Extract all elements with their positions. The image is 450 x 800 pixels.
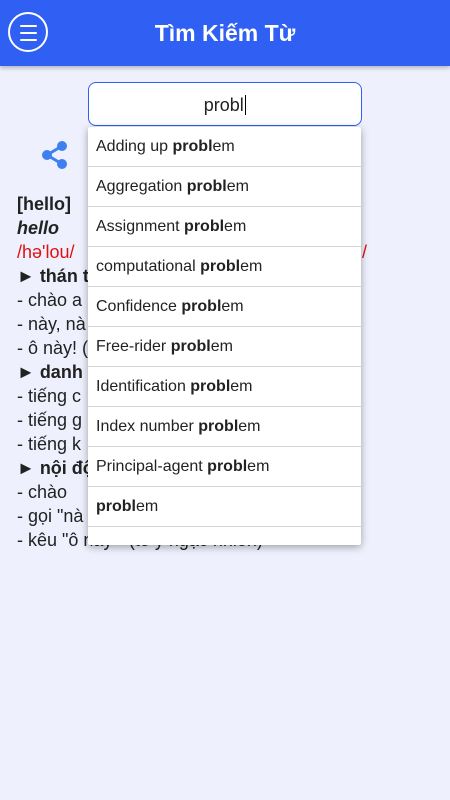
suggestion-match: probl bbox=[170, 338, 211, 355]
suggestion-item[interactable]: problem bbox=[88, 487, 361, 527]
search-query: probl bbox=[203, 95, 244, 115]
text-caret bbox=[244, 95, 247, 115]
suggestion-prefix: Identification bbox=[96, 378, 191, 395]
suggestion-item[interactable]: Aggregation problem bbox=[88, 167, 361, 207]
suggestion-item[interactable]: Assignment problem bbox=[88, 207, 361, 247]
suggestion-item[interactable]: Confidence problem bbox=[88, 287, 361, 327]
suggestion-item[interactable]: Free-rider problem bbox=[88, 327, 361, 367]
suggestion-item[interactable]: Index number problem bbox=[88, 407, 361, 447]
suggestion-match: probl bbox=[172, 138, 213, 155]
suggestion-suffix: em bbox=[224, 218, 247, 235]
suggestion-match: probl bbox=[200, 258, 241, 275]
suggestion-suffix: em bbox=[247, 458, 270, 475]
suggestion-suffix: em bbox=[240, 258, 263, 275]
suggestion-item[interactable]: Principal-agent problem bbox=[88, 447, 361, 487]
suggestion-match: probl bbox=[181, 298, 222, 315]
suggestion-match: probl bbox=[96, 498, 136, 515]
suggestion-item[interactable]: Identification problem bbox=[88, 367, 361, 407]
suggestion-dropdown: Adding up problem Aggregation problem Assi… bbox=[88, 127, 361, 545]
suggestion-suffix: em bbox=[212, 138, 235, 155]
suggestion-prefix: Index number bbox=[96, 418, 199, 435]
suggestion-item[interactable]: Adding up problem bbox=[88, 127, 361, 167]
suggestion-prefix: Aggregation bbox=[96, 178, 187, 195]
search-input[interactable]: probl bbox=[88, 82, 362, 126]
suggestion-match: probl bbox=[207, 458, 248, 475]
suggestion-match: probl bbox=[184, 218, 225, 235]
suggestion-match: probl bbox=[186, 178, 227, 195]
suggestion-match: probl bbox=[198, 418, 239, 435]
suggestion-suffix: em bbox=[210, 338, 233, 355]
suggestion-suffix: em bbox=[230, 378, 253, 395]
app-bar: Tìm Kiếm Từ bbox=[0, 0, 450, 66]
suggestion-suffix: em bbox=[226, 178, 249, 195]
pronunciation-end: / bbox=[362, 242, 368, 262]
pronunciation-start: /hə'lou/ bbox=[17, 242, 75, 262]
suggestion-suffix: em bbox=[238, 418, 261, 435]
suggestion-prefix: Confidence bbox=[96, 298, 182, 315]
suggestion-suffix: em bbox=[221, 298, 244, 315]
suggestion-prefix: computational bbox=[96, 258, 201, 275]
suggestion-prefix: Free-rider bbox=[96, 338, 171, 355]
suggestion-item[interactable]: computational problem bbox=[88, 247, 361, 287]
suggestion-prefix: Assignment bbox=[96, 218, 185, 235]
page-title: Tìm Kiếm Từ bbox=[154, 20, 296, 46]
suggestion-match: probl bbox=[190, 378, 231, 395]
share-icon[interactable] bbox=[40, 140, 70, 170]
suggestion-prefix: Principal-agent bbox=[96, 458, 208, 475]
suggestion-prefix: Adding up bbox=[96, 138, 173, 155]
suggestion-suffix: em bbox=[136, 498, 159, 515]
